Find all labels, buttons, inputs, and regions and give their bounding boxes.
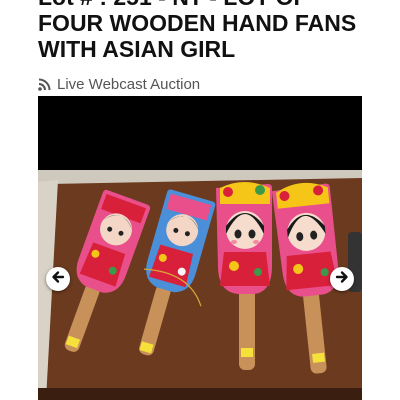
image-gallery[interactable] xyxy=(38,96,362,400)
auction-type-label: Live Webcast Auction xyxy=(57,75,201,93)
arrow-right-icon xyxy=(335,270,349,289)
lot-photo xyxy=(38,170,362,400)
arrow-left-icon xyxy=(51,270,65,289)
next-image-button[interactable] xyxy=(330,267,354,291)
rss-icon xyxy=(38,78,51,91)
previous-image-button[interactable] xyxy=(46,267,70,291)
auction-type: Live Webcast Auction xyxy=(38,74,200,94)
lot-title: Lot # : 251 - NT - LOT OF FOUR WOODEN HA… xyxy=(38,0,357,62)
